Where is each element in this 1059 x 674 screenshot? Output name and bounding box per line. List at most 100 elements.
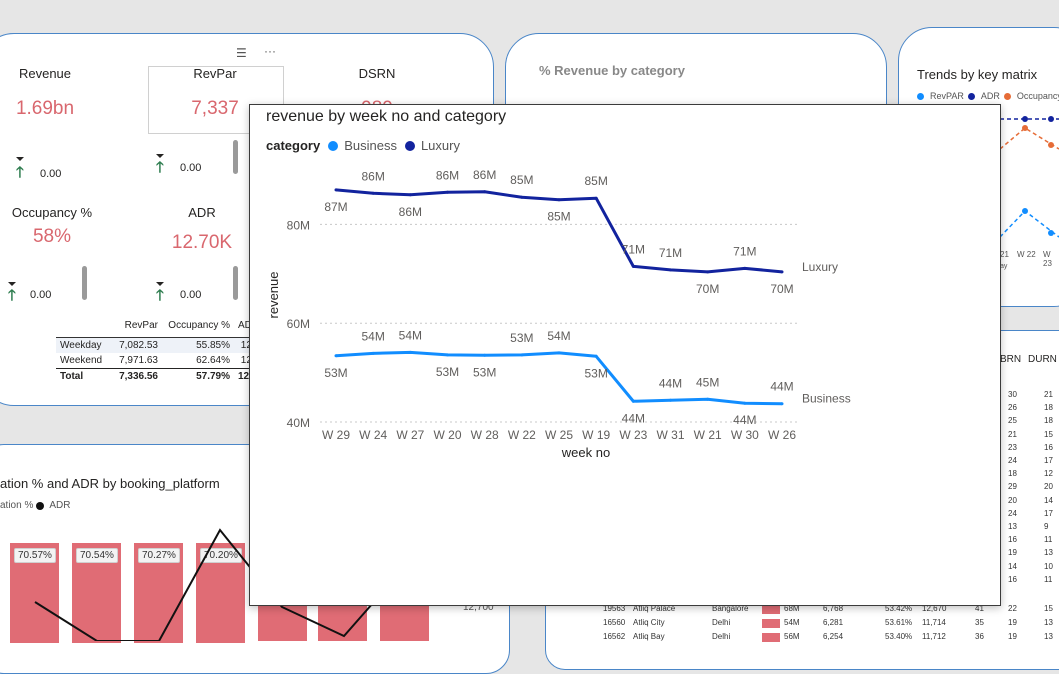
x-axis-label: week no <box>561 445 610 460</box>
table-cell: 16 <box>1008 535 1017 545</box>
luxury-data-point <box>446 190 449 194</box>
revpar-kpi-title: RevPar <box>193 66 237 81</box>
table-cell: 19 <box>1008 632 1017 641</box>
table-total-row: Total 7,336.56 57.79% 12, <box>56 367 256 384</box>
business-data-point <box>557 351 561 355</box>
x-tick-label: W 30 <box>731 428 759 442</box>
table-cell: 6,254 <box>823 632 844 641</box>
revenue-line-chart: 40M 60M 80M W 29 W 24 W 27 W 20 W 28 W 22 W 25 W 1… <box>266 168 851 460</box>
trends-x-tick: W 22 <box>1017 250 1036 259</box>
more-options-icon[interactable]: ··· <box>264 44 276 58</box>
dsrn-kpi-title: DSRN <box>358 66 396 81</box>
table-cell: Atliq Bay <box>633 632 665 641</box>
revenue-change-marker <box>16 157 24 161</box>
hotel-table-header[interactable]: BRN <box>1000 354 1021 365</box>
data-label: 87M <box>324 200 347 214</box>
occupancy-trend-point <box>1048 142 1054 148</box>
adr-kpi-title: ADR <box>188 205 216 220</box>
booking-platform-title: ation % and ADR by booking_platform <box>0 476 220 491</box>
luxury-data-point <box>780 270 784 274</box>
table-cell: Delhi <box>712 632 731 641</box>
table-row[interactable]: Weekend 7,971.63 62.64% 12 <box>56 353 256 369</box>
business-data-point <box>520 353 524 357</box>
data-label: 54M <box>399 328 422 342</box>
luxury-data-point <box>520 195 524 199</box>
y-tick-label: 60M <box>287 317 310 331</box>
x-tick-label: W 27 <box>396 428 424 442</box>
occupancy-change-value: 0.00 <box>30 289 52 301</box>
luxury-data-point <box>334 188 338 192</box>
occupancy-scrollbar[interactable] <box>82 266 87 300</box>
business-data-point <box>446 353 449 357</box>
table-row[interactable]: Weekday 7,082.53 55.85% 12 <box>56 337 256 353</box>
revpar-trend-point <box>1022 208 1028 214</box>
adr-legend-dot <box>36 501 45 510</box>
table-header[interactable]: RevPar <box>108 318 162 333</box>
table-cell: 13 <box>1008 522 1017 531</box>
business-data-point <box>669 398 672 402</box>
revenue-kpi-title: Revenue <box>18 66 72 81</box>
table-cell: 36 <box>975 632 984 641</box>
filter-icon[interactable]: ☰ <box>236 46 247 60</box>
revpar-trend-point <box>1048 230 1054 236</box>
table-cell: Atliq City <box>633 618 665 627</box>
adr-kpi-value: 12.70K <box>171 232 233 253</box>
series-end-label: Business <box>802 392 851 406</box>
x-tick-label: W 20 <box>433 428 461 442</box>
x-tick-label: W 24 <box>359 428 387 442</box>
revpar-scrollbar[interactable] <box>233 140 238 174</box>
revenue-up-arrow-icon: 🡑 <box>16 164 24 181</box>
table-cell: 16 <box>1044 442 1053 452</box>
business-data-point <box>631 399 635 403</box>
adr-scrollbar[interactable] <box>233 266 238 300</box>
data-label: 86M <box>399 205 422 219</box>
table-cell: 30 <box>1008 390 1017 399</box>
hotel-table-header[interactable]: DURN <box>1028 354 1057 365</box>
business-data-point <box>743 401 747 405</box>
table-cell: 35 <box>975 618 984 627</box>
y-tick-label: 80M <box>287 218 310 232</box>
data-label: 85M <box>547 210 570 224</box>
table-cell: 55.85% <box>162 337 234 353</box>
legend-label: ation % <box>0 500 34 511</box>
occupancy-up-arrow-icon: 🡑 <box>8 287 16 304</box>
data-label: 86M <box>361 169 384 183</box>
data-label: 45M <box>696 375 719 389</box>
data-label: 44M <box>622 411 645 425</box>
focus-chart-panel[interactable]: revenue by week no and category category… <box>249 104 1001 606</box>
table-cell: 21 <box>1008 429 1017 439</box>
table-cell: 15 <box>1044 429 1053 439</box>
legend-label: ADR <box>980 91 1000 101</box>
table-cell: Weekday <box>56 337 108 353</box>
table-header <box>56 318 108 333</box>
table-cell: 16562 <box>603 632 626 641</box>
table-cell: 11 <box>1044 535 1053 545</box>
weekday-weekend-table: RevPar Occupancy % AD Weekday 7,082.53 5… <box>56 318 256 384</box>
table-cell: 19 <box>1008 618 1017 627</box>
data-label: 85M <box>584 174 607 188</box>
revenue-change-value: 0.00 <box>40 168 62 180</box>
occupancy-kpi-title: Occupancy % <box>11 205 93 220</box>
y-axis-label: revenue <box>266 272 281 319</box>
business-data-point <box>408 350 412 354</box>
table-cell: 14 <box>1044 495 1053 505</box>
table-cell: 12 <box>1044 469 1053 479</box>
adr-trend-point <box>1022 116 1028 122</box>
business-data-point <box>706 397 710 401</box>
x-tick-label: W 21 <box>694 428 722 442</box>
table-cell: 10 <box>1044 561 1053 571</box>
data-label: 53M <box>584 366 607 380</box>
x-tick-label: W 28 <box>471 428 499 442</box>
table-cell: 56M <box>784 632 800 641</box>
business-data-point <box>483 353 487 357</box>
business-data-point <box>371 351 375 355</box>
data-label: 86M <box>436 168 459 182</box>
x-tick-label: W 22 <box>508 428 536 442</box>
table-cell: 57.79% <box>162 367 234 384</box>
trends-title: Trends by key matrix <box>917 67 1038 82</box>
trends-x-tick: W 23 <box>1043 250 1052 268</box>
table-header[interactable]: Occupancy % <box>162 318 234 333</box>
table-cell: 16 <box>1008 574 1017 584</box>
series-end-label: Luxury <box>802 260 838 274</box>
data-label: 85M <box>510 173 533 187</box>
